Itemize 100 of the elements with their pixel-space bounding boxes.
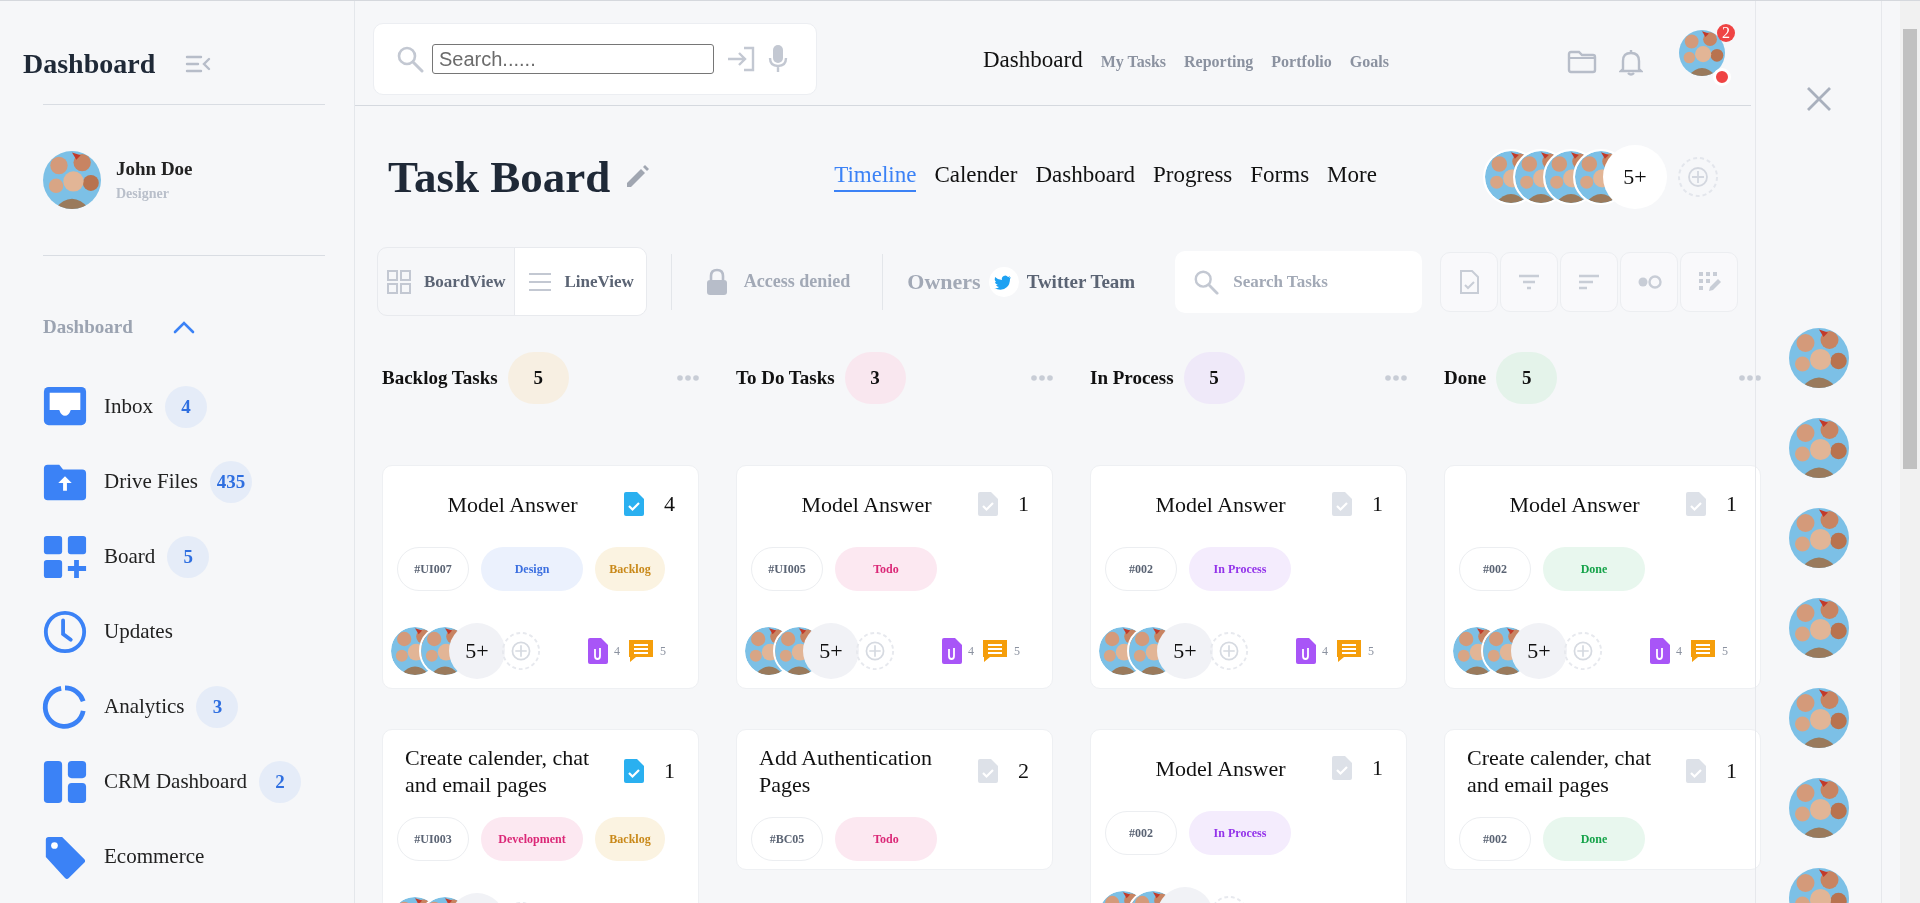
task-card[interactable]: Model Answer 1 #UI005 Todo 5+ 4 5: [736, 465, 1053, 689]
card-title: Add Authentication Pages: [759, 744, 933, 798]
comment-count: 5: [1722, 643, 1728, 659]
column-title: Done: [1444, 367, 1487, 389]
attachment-count: 4: [1322, 643, 1328, 659]
comment-icon: [628, 639, 654, 663]
task-tag: Backlog: [595, 547, 665, 591]
attachment-count: 4: [614, 643, 620, 659]
task-card[interactable]: Add Authentication Pages 2 #BC05 Todo: [736, 729, 1053, 870]
task-tag: In Process: [1189, 811, 1291, 855]
tab[interactable]: Dashboard: [1035, 162, 1136, 192]
more-icon[interactable]: [1031, 375, 1053, 381]
user-name: John Doe: [116, 158, 193, 180]
search-field[interactable]: Search......: [432, 44, 714, 74]
sidebar-item[interactable]: Drive Files 435: [23, 444, 354, 519]
chevron-up-icon[interactable]: [172, 320, 195, 334]
card-title: Model Answer: [1155, 754, 1286, 782]
app-title: Dashboard: [23, 47, 156, 80]
count-badge: 5: [167, 535, 210, 578]
column-title: To Do Tasks: [736, 367, 835, 389]
comment-icon: [1336, 639, 1362, 663]
card-title: Create calender, chat and email pages: [1467, 744, 1653, 798]
member-count: 5+: [449, 623, 505, 679]
search-icon[interactable]: [396, 45, 424, 73]
close-icon[interactable]: [1804, 85, 1833, 113]
comment-count: 5: [660, 643, 666, 659]
view-button[interactable]: BoardView: [378, 248, 514, 315]
nav-link[interactable]: Dashboard: [983, 47, 1083, 73]
ring-chart-icon: [42, 683, 88, 730]
attachment-count: 4: [968, 643, 974, 659]
comment-count: 5: [1368, 643, 1374, 659]
file-count: 4: [664, 491, 675, 517]
clock-icon: [42, 608, 88, 655]
more-icon[interactable]: [1385, 375, 1407, 381]
task-tag: Design: [481, 547, 583, 591]
folder-icon[interactable]: [1567, 50, 1597, 74]
file-count: 1: [664, 758, 675, 784]
task-card[interactable]: Model Answer 1 #002 Done 5+ 4 5: [1444, 465, 1761, 689]
card-title: Create calender, chat and email pages: [405, 744, 591, 798]
task-card[interactable]: Model Answer 1 #002 In Process 5+ 4 5: [1090, 465, 1407, 689]
microphone-icon[interactable]: [768, 44, 788, 74]
card-title: Model Answer: [1155, 490, 1286, 518]
section-label: Dashboard: [43, 316, 133, 338]
scrollbar[interactable]: [1900, 1, 1920, 903]
bell-icon[interactable]: [1619, 48, 1643, 76]
add-member-icon[interactable]: [501, 631, 541, 671]
avatar: [43, 151, 101, 209]
attachment-count: 4: [1676, 643, 1682, 659]
add-member-icon[interactable]: [1563, 631, 1603, 671]
task-card[interactable]: Model Answer 1 #002 In Process: [1090, 729, 1407, 903]
sidebar-item[interactable]: CRM Dashboard 2: [23, 744, 354, 819]
scroll-thumb[interactable]: [1903, 29, 1917, 469]
member-count: 5+: [803, 623, 859, 679]
member-count: 5+: [1603, 145, 1667, 209]
add-member-icon[interactable]: [1677, 156, 1719, 198]
toolbar-button[interactable]: [1620, 251, 1679, 312]
file-count: 1: [1726, 491, 1737, 517]
team-name: Twitter Team: [1026, 270, 1136, 293]
toolbar-button[interactable]: [1440, 251, 1499, 312]
sidebar-item[interactable]: Inbox 4: [23, 369, 354, 444]
card-title: Model Answer: [1509, 490, 1640, 518]
task-tag: Development: [481, 817, 583, 861]
card-title: Model Answer: [801, 490, 932, 518]
toolbar-button[interactable]: [1680, 251, 1739, 312]
attachment-icon: [1296, 638, 1316, 664]
search-field[interactable]: Search Tasks: [1231, 270, 1416, 293]
user-role: Designer: [116, 186, 170, 202]
login-icon[interactable]: [726, 46, 756, 72]
pencil-icon[interactable]: [624, 164, 651, 190]
count-badge: 5: [1496, 352, 1558, 404]
add-member-icon[interactable]: [1209, 631, 1249, 671]
search-icon[interactable]: [1193, 268, 1220, 295]
task-card[interactable]: Model Answer 4 #UI007 Design Backlog 5+ 4 5: [382, 465, 699, 689]
sidebar-item[interactable]: Analytics 3: [23, 669, 354, 744]
sidebar-item[interactable]: Board 5: [23, 519, 354, 594]
bird-icon: [988, 266, 1019, 297]
menu-collapse-icon[interactable]: [185, 53, 212, 74]
tab[interactable]: Progress: [1153, 162, 1233, 192]
layout-icon: [42, 758, 88, 805]
sidebar-item[interactable]: Updates: [23, 594, 354, 669]
attachment-icon: [588, 638, 608, 664]
tab[interactable]: More: [1327, 162, 1377, 192]
tab[interactable]: Calender: [934, 162, 1018, 192]
toolbar-button[interactable]: [1500, 251, 1559, 312]
more-icon[interactable]: [677, 375, 699, 381]
more-icon[interactable]: [1739, 375, 1761, 381]
search-box[interactable]: Search Tasks: [1175, 250, 1423, 313]
task-card[interactable]: Create calender, chat and email pages 1 #UI003 Development Backlog: [382, 729, 699, 903]
view-button[interactable]: LineView: [513, 248, 646, 315]
count-badge: 435: [209, 460, 252, 503]
file-count: 1: [1372, 491, 1383, 517]
task-card[interactable]: Create calender, chat and email pages 1 #002 Done: [1444, 729, 1761, 870]
tab[interactable]: Forms: [1250, 162, 1310, 192]
card-title: Model Answer: [447, 490, 578, 518]
toolbar-button[interactable]: [1560, 251, 1619, 312]
add-member-icon[interactable]: [855, 631, 895, 671]
count-badge: 3: [196, 685, 239, 728]
file-count: 1: [1018, 491, 1029, 517]
sidebar-item[interactable]: Ecommerce: [23, 819, 354, 894]
attachment-icon: [942, 638, 962, 664]
